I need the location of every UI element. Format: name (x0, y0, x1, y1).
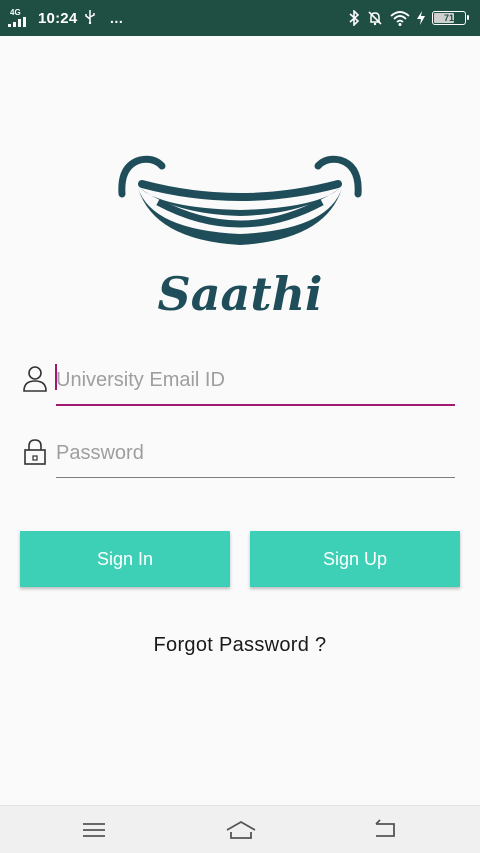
home-icon[interactable] (225, 818, 257, 842)
more-notifications-icon: … (109, 10, 125, 26)
status-left: 4G 10:24 … (8, 8, 124, 28)
bluetooth-icon (349, 10, 360, 26)
clock: 10:24 (38, 9, 78, 27)
status-bar: 4G 10:24 … 71 (0, 0, 480, 36)
status-right: 71 (348, 8, 469, 28)
network-type-label: 4G (10, 8, 21, 17)
password-field (20, 425, 455, 485)
forgot-password-link[interactable]: Forgot Password ? (0, 634, 480, 657)
network-indicator: 4G (8, 8, 32, 28)
wifi-icon (390, 11, 410, 26)
text-cursor (55, 364, 57, 390)
mute-icon (368, 11, 382, 26)
app-logo: Saathi (118, 150, 362, 325)
email-underline (56, 404, 455, 406)
menu-icon[interactable] (80, 818, 108, 842)
system-nav-bar (0, 805, 480, 853)
smile-logo-icon: Saathi (118, 155, 362, 321)
usb-icon (85, 9, 96, 27)
lock-icon (24, 439, 46, 465)
back-icon[interactable] (372, 818, 400, 842)
battery-icon: 71 (432, 11, 469, 25)
email-input[interactable] (56, 360, 455, 400)
user-icon (23, 366, 47, 392)
battery-percentage: 71 (443, 13, 454, 23)
sign-up-button[interactable]: Sign Up (250, 531, 460, 587)
password-input[interactable] (56, 433, 455, 473)
charging-icon (417, 11, 425, 25)
password-underline (56, 477, 455, 478)
brand-wordmark: Saathi (158, 267, 323, 321)
email-field (20, 352, 455, 412)
signal-icon (8, 17, 26, 27)
sign-in-button[interactable]: Sign In (20, 531, 230, 587)
